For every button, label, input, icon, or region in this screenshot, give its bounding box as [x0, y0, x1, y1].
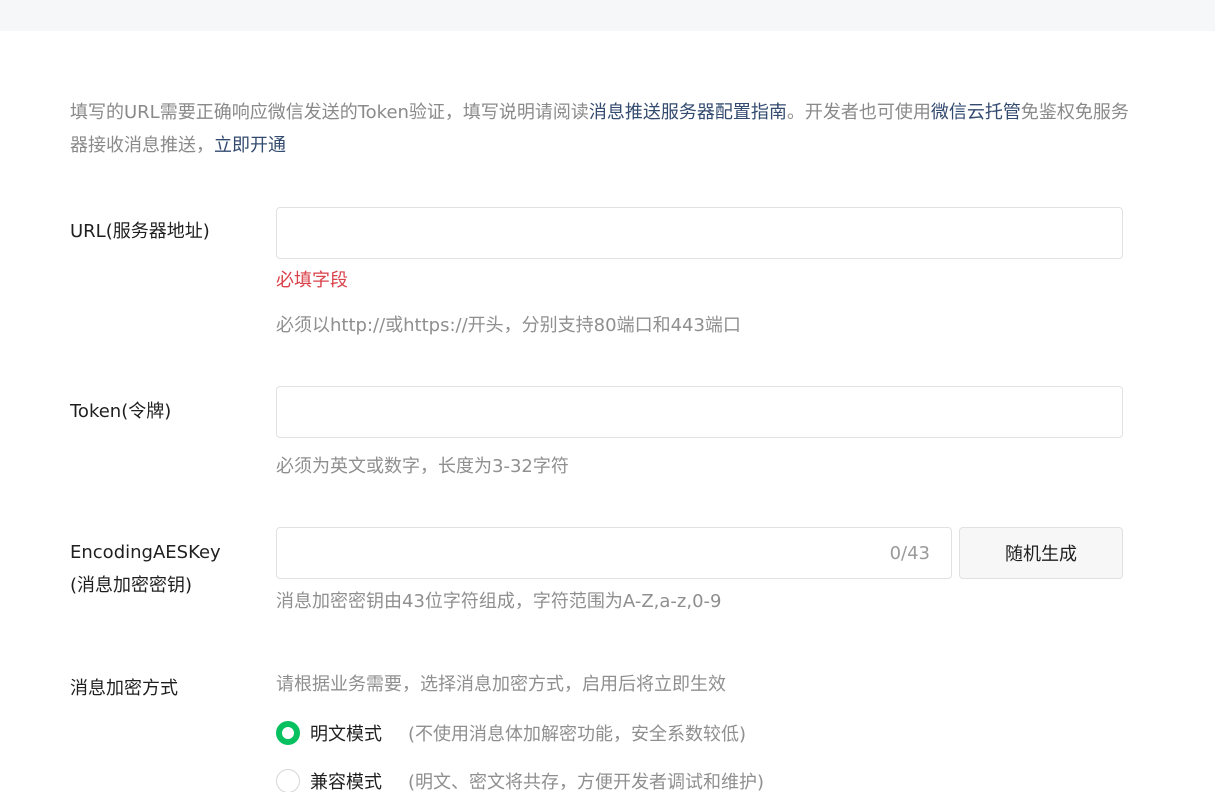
wechat-cloud-hosting-link[interactable]: 微信云托管	[931, 102, 1021, 123]
aeskey-help-text: 消息加密密钥由43位字符组成，字符范围为A-Z,a-z,0-9	[276, 591, 722, 612]
url-input[interactable]	[276, 207, 1123, 259]
top-bar	[0, 0, 1215, 31]
url-help-text: 必须以http://或https://开头，分别支持80端口和443端口	[276, 315, 741, 336]
radio-selected-icon[interactable]	[276, 721, 300, 745]
radio-option-desc: (不使用消息体加解密功能，安全系数较低)	[408, 724, 747, 745]
intro-text-1: 填写的URL需要正确响应微信发送的Token验证，填写说明请阅读	[70, 102, 589, 123]
token-help-text: 必须为英文或数字，长度为3-32字符	[276, 456, 569, 477]
encryption-help-text: 请根据业务需要，选择消息加密方式，启用后将立即生效	[276, 674, 726, 695]
aeskey-label-line2: (消息加密密钥)	[70, 575, 193, 596]
aeskey-label-line1: EncodingAESKey	[70, 542, 221, 563]
radio-unselected-icon[interactable]	[276, 769, 300, 792]
intro-text: 填写的URL需要正确响应微信发送的Token验证，填写说明请阅读消息推送服务器配…	[70, 96, 1130, 162]
encryption-label: 消息加密方式	[70, 678, 178, 699]
token-label: Token(令牌)	[70, 401, 172, 422]
aeskey-input[interactable]	[276, 527, 952, 579]
radio-option-compatible[interactable]: 兼容模式 (明文、密文将共存，方便开发者调试和维护)	[276, 767, 764, 792]
token-input[interactable]	[276, 386, 1123, 438]
radio-option-plaintext[interactable]: 明文模式 (不使用消息体加解密功能，安全系数较低)	[276, 719, 746, 747]
server-config-guide-link[interactable]: 消息推送服务器配置指南	[589, 102, 787, 123]
url-label: URL(服务器地址)	[70, 221, 210, 242]
radio-option-label: 明文模式	[310, 724, 382, 745]
url-error-message: 必填字段	[276, 270, 348, 291]
random-generate-button[interactable]: 随机生成	[959, 527, 1123, 579]
aeskey-char-counter: 0/43	[889, 543, 930, 564]
radio-option-label: 兼容模式	[310, 772, 382, 792]
radio-option-desc: (明文、密文将共存，方便开发者调试和维护)	[408, 772, 765, 792]
activate-now-link[interactable]: 立即开通	[214, 135, 286, 156]
intro-text-2: 。开发者也可使用	[786, 102, 931, 123]
